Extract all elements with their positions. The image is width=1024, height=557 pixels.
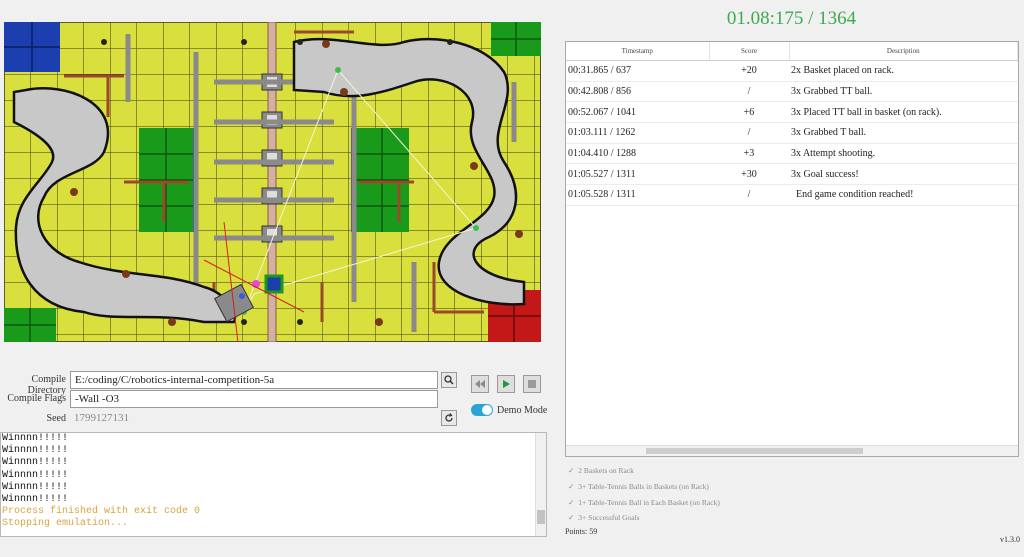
field-canvas (4, 22, 541, 342)
log-desc: 3x Grabbed TT ball. (789, 81, 1018, 103)
event-log: Timestamp Score Description 00:31.865 / … (565, 41, 1019, 457)
objective-item: ✓ 3+ Successful Goals (568, 513, 640, 523)
compile-flags-input[interactable]: -Wall -O3 (70, 390, 438, 408)
demo-mode-toggle[interactable] (471, 404, 493, 416)
compile-directory-input[interactable]: E:/coding/C/robotics-internal-competitio… (70, 371, 438, 389)
seed-input: 1799127131 (70, 410, 438, 428)
log-time: 01:04.410 / 1288 (566, 143, 709, 165)
log-time: 01:03.111 / 1262 (566, 122, 709, 144)
log-row[interactable]: 00:52.067 / 1041 +6 3x Placed TT ball in b… (566, 101, 1018, 124)
refresh-icon[interactable] (441, 410, 457, 426)
console-line: Process finished with exit code 0 (2, 506, 201, 518)
match-timer: 01.08:175 / 1364 (726, 8, 857, 29)
check-icon: ✓ (568, 466, 575, 476)
log-time: 01:05.527 / 1311 (566, 163, 709, 186)
log-row[interactable]: 01:03.111 / 1262/3x Grabbed T ball. (566, 122, 1018, 144)
stop-button[interactable] (523, 375, 541, 393)
log-score: +6 (709, 101, 789, 124)
header-description[interactable]: Description (789, 42, 1018, 61)
log-score: / (709, 122, 789, 144)
header-score[interactable]: Score (709, 42, 790, 61)
log-row[interactable]: 00:42.808 / 856/3x Grabbed TT ball. (566, 81, 1018, 103)
console-line: Winnnn!!!!! (2, 481, 69, 493)
log-horizontal-scrollbar[interactable] (566, 445, 1018, 456)
play-icon (503, 380, 510, 388)
magnifier-icon[interactable] (441, 372, 457, 388)
app-version: v1.3.0 (1000, 535, 1020, 544)
objective-item: ✓ 3+ Table-Tennis Balls in Baskets (on Ra… (568, 482, 709, 492)
demo-mode-label: Demo Mode (497, 405, 548, 416)
log-time: 00:42.808 / 856 (566, 81, 709, 103)
seed-label: Seed (46, 413, 66, 424)
rewind-button[interactable] (471, 375, 489, 393)
log-row[interactable]: 00:31.865 / 637 +20 2x Basket placed on ra… (566, 60, 1018, 82)
points-total: Points: 59 (565, 527, 598, 536)
log-desc: 3x Placed TT ball in basket (on rack). (789, 101, 1018, 124)
log-row[interactable]: 01:04.410 / 1288 +3 3x Attempt shooting. (566, 143, 1018, 165)
log-score: +3 (709, 143, 789, 165)
log-desc: 3x Grabbed T ball. (789, 122, 1018, 144)
console-line: Winnnn!!!!! (2, 457, 69, 469)
console-output[interactable]: Winnnn!!!!! Winnnn!!!!! Winnnn!!!!! Winn… (0, 432, 547, 537)
log-score: / (709, 184, 789, 206)
log-desc: 2x Basket placed on rack. (789, 60, 1018, 82)
console-line: Winnnn!!!!! (2, 433, 69, 444)
header-timestamp[interactable]: Timestamp (566, 42, 710, 61)
check-icon: ✓ (568, 497, 575, 507)
log-time: 00:31.865 / 637 (566, 60, 709, 82)
log-desc: 3x Goal success! (789, 163, 1018, 186)
log-score: / (709, 81, 789, 103)
compile-flags-label: Compile Flags (7, 393, 66, 404)
log-time: 01:05.528 / 1311 (566, 184, 709, 206)
log-row[interactable]: 01:05.527 / 1311 +30 3x Goal success! (566, 163, 1018, 186)
objective-item: ✓ 2 Baskets on Rack (568, 466, 634, 476)
rewind-icon (475, 380, 485, 388)
console-line: Winnnn!!!!! (2, 445, 69, 457)
log-time: 00:52.067 / 1041 (566, 101, 709, 124)
log-score: +30 (709, 163, 789, 186)
play-button[interactable] (497, 375, 515, 393)
objective-item: ✓ 1+ Table-Tennis Ball in Each Basket (on… (568, 497, 720, 507)
console-line: Winnnn!!!!! (2, 494, 69, 506)
console-scrollbar[interactable] (535, 433, 546, 536)
log-score: +20 (709, 60, 789, 82)
competition-field (4, 22, 541, 342)
log-desc: 3x Attempt shooting. (789, 143, 1018, 165)
console-line: Stopping emulation... (2, 518, 129, 530)
check-icon: ✓ (568, 513, 575, 523)
objectives-list: ✓ 2 Baskets on Rack ✓ 3+ Table-Tennis Ball… (568, 463, 720, 526)
check-icon: ✓ (568, 482, 575, 492)
console-line: Winnnn!!!!! (2, 469, 69, 481)
log-desc: End game condition reached! (789, 184, 1018, 206)
stop-icon (528, 380, 536, 388)
log-row[interactable]: 01:05.528 / 1311/ End game condition rea… (566, 184, 1018, 206)
